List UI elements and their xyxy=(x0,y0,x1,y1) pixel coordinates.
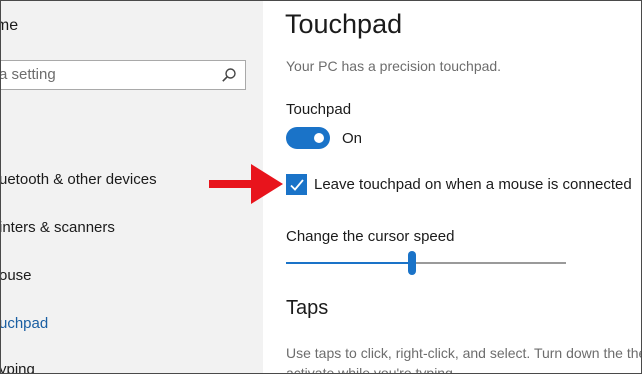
leave-touchpad-on-label[interactable]: Leave touchpad on when a mouse is connec… xyxy=(314,176,632,193)
search-placeholder: a setting xyxy=(0,66,56,83)
taps-section-title: Taps xyxy=(286,297,329,319)
taps-description: Use taps to click, right-click, and sele… xyxy=(286,345,642,374)
slider-track-filled xyxy=(286,262,408,264)
toggle-knob xyxy=(314,133,324,143)
sidebar-item-mouse[interactable]: ouse xyxy=(1,267,32,284)
touchpad-toggle[interactable] xyxy=(286,127,330,149)
check-icon xyxy=(290,179,304,191)
leave-touchpad-on-checkbox[interactable] xyxy=(286,174,307,195)
cursor-speed-label: Change the cursor speed xyxy=(286,228,455,245)
search-input[interactable]: a setting xyxy=(0,60,246,90)
sidebar-home-link[interactable]: ome xyxy=(1,17,18,35)
sidebar-item-touchpad[interactable]: uchpad xyxy=(1,315,48,332)
sidebar-item-bluetooth[interactable]: uetooth & other devices xyxy=(1,171,157,188)
settings-window: ome a setting s uetooth & other devices … xyxy=(0,0,642,374)
slider-track-empty xyxy=(416,262,566,264)
sidebar-item-typing[interactable]: yping xyxy=(1,361,35,373)
touchpad-status-text: Your PC has a precision touchpad. xyxy=(286,58,502,74)
search-icon[interactable] xyxy=(221,67,237,83)
slider-thumb[interactable] xyxy=(408,251,416,275)
cursor-speed-slider[interactable] xyxy=(286,251,566,277)
page-title: Touchpad xyxy=(285,9,403,39)
toggle-state-label: On xyxy=(342,130,363,147)
touchpad-toggle-label: Touchpad xyxy=(286,101,352,118)
sidebar-item-printers[interactable]: inters & scanners xyxy=(1,219,115,236)
red-arrow-icon xyxy=(209,164,283,204)
